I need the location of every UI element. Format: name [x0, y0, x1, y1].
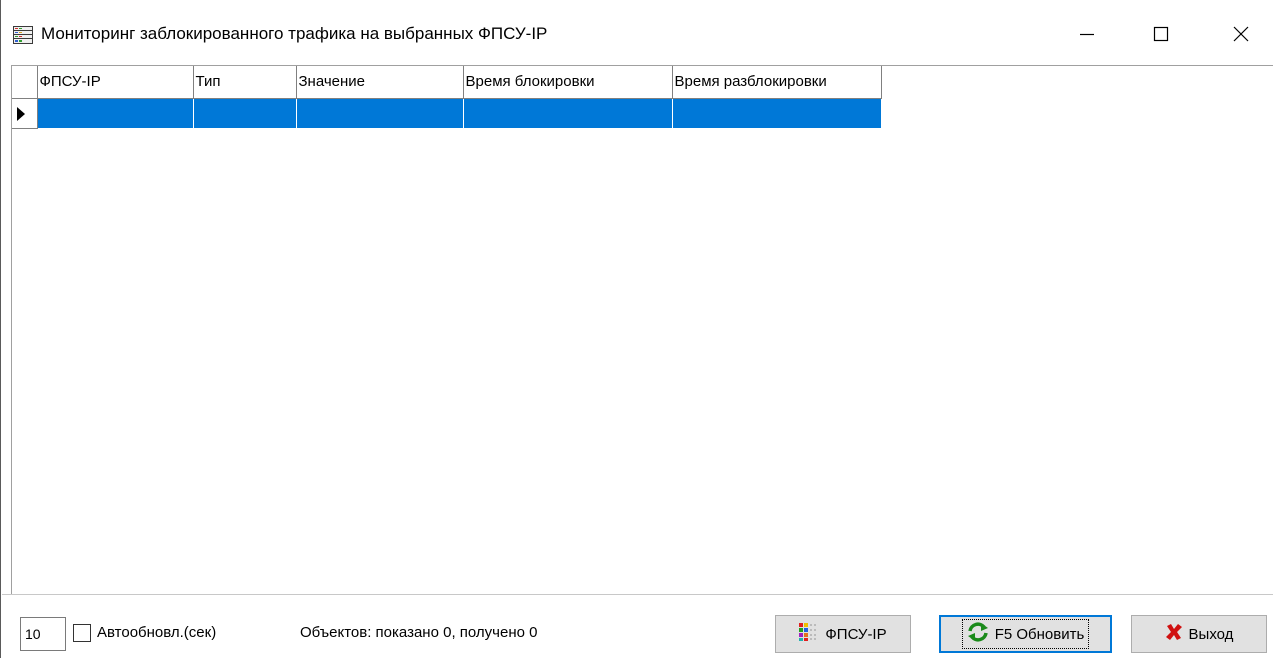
column-header-fpsu-ip[interactable]: ФПСУ-IP — [37, 66, 194, 99]
refresh-button[interactable]: F5 Обновить — [939, 615, 1112, 653]
exit-button-label: Выход — [1188, 625, 1234, 643]
grid-table: ФПСУ-IP Тип Значение Время блокировки Вр… — [12, 66, 882, 129]
column-header-type[interactable]: Тип — [193, 66, 297, 99]
server-rack-icon — [13, 26, 33, 44]
bottom-toolbar: Автообновл.(сек) Объектов: показано 0, п… — [2, 594, 1273, 659]
table-row[interactable] — [12, 98, 882, 129]
window-title: Мониторинг заблокированного трафика на в… — [41, 24, 548, 43]
color-grid-icon — [799, 623, 819, 645]
blocked-traffic-grid[interactable]: ФПСУ-IP Тип Значение Время блокировки Вр… — [11, 65, 1273, 594]
objects-count-status: Объектов: показано 0, получено 0 — [300, 624, 538, 641]
column-header-block-time[interactable]: Время блокировки — [463, 66, 673, 99]
table-cell[interactable] — [296, 98, 464, 128]
close-button[interactable] — [1218, 14, 1264, 58]
refresh-button-focus: F5 Обновить — [961, 619, 1090, 649]
maximize-button[interactable] — [1138, 14, 1184, 58]
title-bar: Мониторинг заблокированного трафика на в… — [1, 0, 1273, 58]
table-cell[interactable] — [193, 98, 297, 128]
minimize-icon — [1079, 26, 1095, 47]
main-window: Мониторинг заблокированного трафика на в… — [0, 0, 1273, 659]
refresh-button-label: F5 Обновить — [994, 625, 1085, 643]
table-cell[interactable] — [37, 98, 194, 128]
fpsu-ip-button[interactable]: ФПСУ-IP — [775, 615, 911, 653]
maximize-icon — [1153, 26, 1169, 47]
close-icon — [1233, 26, 1249, 47]
row-indicator-header — [12, 66, 38, 99]
auto-refresh-checkbox[interactable] — [73, 624, 91, 642]
exit-button[interactable]: Выход — [1131, 615, 1267, 653]
row-indicator — [12, 98, 38, 129]
auto-refresh-label[interactable]: Автообновл.(сек) — [97, 624, 216, 641]
column-header-unblock-time[interactable]: Время разблокировки — [672, 66, 882, 99]
current-row-arrow-icon — [17, 106, 25, 121]
red-x-icon — [1165, 623, 1183, 645]
refresh-interval-input[interactable] — [20, 617, 66, 651]
table-cell[interactable] — [463, 98, 673, 128]
minimize-button[interactable] — [1064, 14, 1110, 58]
column-header-value[interactable]: Значение — [296, 66, 464, 99]
grid-header-row: ФПСУ-IP Тип Значение Время блокировки Вр… — [12, 66, 882, 99]
fpsu-ip-button-label: ФПСУ-IP — [825, 625, 887, 643]
refresh-icon — [967, 622, 989, 646]
table-cell[interactable] — [672, 98, 882, 128]
